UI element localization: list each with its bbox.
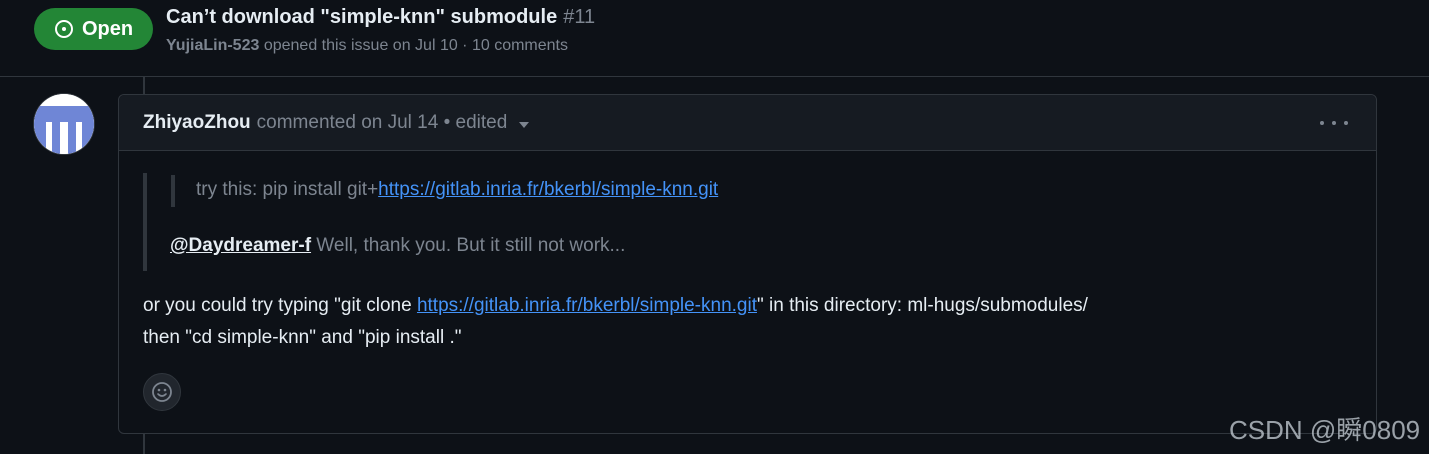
kebab-dot-icon — [1320, 121, 1324, 125]
comment-body-line-2: then "cd simple-knn" and "pip install ." — [143, 327, 462, 348]
issue-meta: YujiaLin-523 opened this issue on Jul 10… — [166, 37, 568, 55]
issue-author-link[interactable]: YujiaLin-523 — [166, 37, 259, 54]
identicon-avatar — [34, 94, 94, 154]
comment-body-line-1: or you could try typing "git clone https… — [143, 290, 1088, 322]
quote-reply: Well, thank you. But it still not work..… — [311, 235, 626, 256]
kebab-dot-icon — [1332, 121, 1336, 125]
body-prefix: or you could try typing "git clone — [143, 295, 417, 316]
issue-number: #11 — [563, 6, 596, 28]
comment-options-button[interactable] — [1320, 109, 1348, 137]
comment-meta: commented on Jul 14 • edited — [256, 112, 508, 133]
edited-dropdown-icon[interactable] — [519, 122, 530, 128]
quote-prefix: try this: pip install git+ — [196, 179, 379, 200]
comment-body: or you could try typing "git clone https… — [143, 290, 1088, 354]
commenter-avatar[interactable] — [34, 94, 94, 154]
blockquote-bar — [143, 173, 147, 271]
kebab-dot-icon — [1344, 121, 1348, 125]
nested-blockquote-bar — [171, 175, 175, 207]
issue-state-badge: Open — [34, 8, 153, 50]
issue-title: Can’t download "simple-knn" submodule #11 — [166, 6, 595, 29]
body-suffix: " in this directory: ml-hugs/submodules/ — [757, 295, 1088, 316]
user-mention-link[interactable]: @Daydreamer-f — [170, 235, 311, 256]
issue-state-label: Open — [81, 17, 134, 40]
body-link[interactable]: https://gitlab.inria.fr/bkerbl/simple-kn… — [417, 295, 757, 316]
issue-title-text: Can’t download "simple-knn" submodule — [166, 6, 558, 28]
comment-author-link[interactable]: ZhiyaoZhou — [143, 112, 251, 134]
issue-opened-icon — [54, 20, 73, 38]
comment-header-text: ZhiyaoZhou commented on Jul 14 • edited — [143, 112, 530, 134]
smiley-icon — [152, 382, 172, 402]
csdn-watermark: CSDN @瞬0809 — [1229, 415, 1421, 445]
add-reaction-button[interactable] — [143, 373, 181, 411]
quote-link[interactable]: https://gitlab.inria.fr/bkerbl/simple-kn… — [378, 179, 718, 200]
quoted-reply: try this: pip install git+https://gitlab… — [143, 173, 1243, 271]
issue-meta-text: opened this issue on Jul 10 · 10 comment… — [259, 37, 568, 54]
comment-header: ZhiyaoZhou commented on Jul 14 • edited — [119, 95, 1376, 151]
quote-reply-text: @Daydreamer-f Well, thank you. But it st… — [170, 235, 625, 257]
nested-quote-text: try this: pip install git+https://gitlab… — [196, 179, 718, 201]
issue-header: Open Can’t download "simple-knn" submodu… — [0, 0, 1429, 77]
comment-container: ZhiyaoZhou commented on Jul 14 • edited … — [118, 94, 1377, 434]
